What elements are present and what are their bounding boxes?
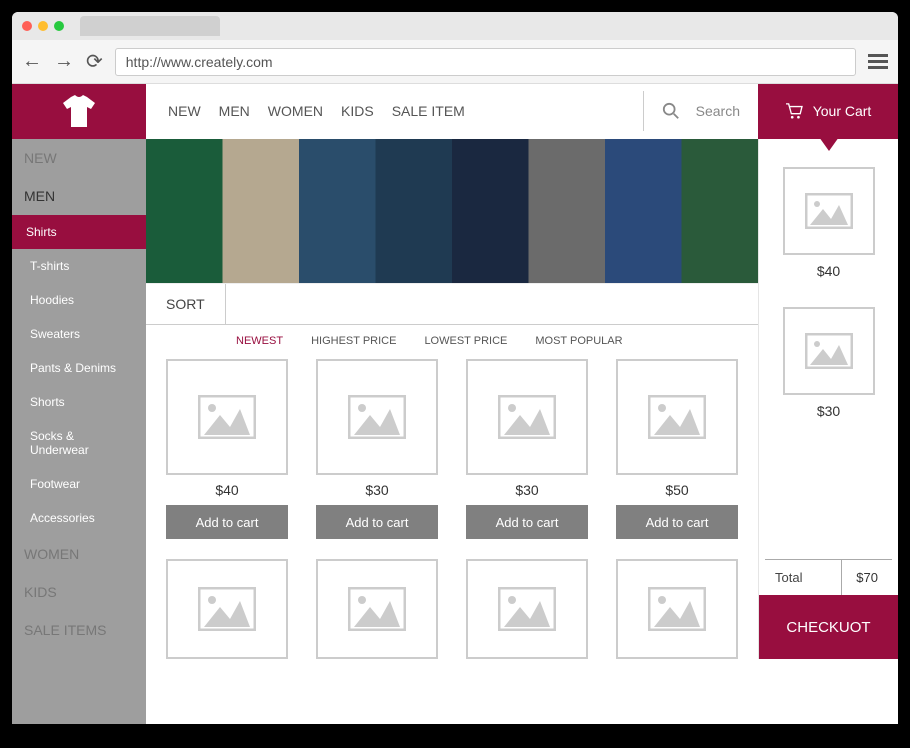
product-card: $50 Add to cart — [616, 359, 738, 539]
cart-item-image[interactable] — [783, 307, 875, 395]
add-to-cart-button[interactable]: Add to cart — [616, 505, 738, 539]
sidebar-sub-shirts[interactable]: Shirts — [12, 215, 146, 249]
product-image[interactable] — [316, 559, 438, 659]
sort-lowest-price[interactable]: LOWEST PRICE — [424, 335, 507, 347]
sidebar-sub-hoodies[interactable]: Hoodies — [12, 283, 146, 317]
product-price: $40 — [215, 482, 238, 498]
sidebar-item-men[interactable]: MEN — [12, 177, 146, 215]
logo[interactable] — [12, 84, 146, 139]
topnav-women[interactable]: WOMEN — [268, 103, 323, 119]
topnav-kids[interactable]: KIDS — [341, 103, 374, 119]
browser-tab-bar — [12, 12, 898, 40]
tshirt-icon — [61, 95, 97, 129]
sidebar-item-women[interactable]: WOMEN — [12, 535, 146, 573]
sidebar-sub-socks[interactable]: Socks & Underwear — [12, 419, 146, 467]
cart-item: $30 — [759, 299, 898, 439]
product-card: $40 Add to cart — [166, 359, 288, 539]
search-area[interactable]: Search — [643, 91, 758, 131]
sort-label: SORT — [146, 284, 226, 324]
product-image[interactable] — [166, 559, 288, 659]
window-maximize-dot[interactable] — [54, 21, 64, 31]
sidebar-item-sale[interactable]: SALE ITEMS — [12, 611, 146, 649]
add-to-cart-button[interactable]: Add to cart — [466, 505, 588, 539]
back-arrow-icon[interactable]: ← — [22, 50, 42, 73]
cart-item-price: $40 — [817, 263, 840, 279]
sidebar-sub-accessories[interactable]: Accessories — [12, 501, 146, 535]
search-placeholder: Search — [696, 103, 740, 119]
product-image[interactable] — [616, 559, 738, 659]
sort-highest-price[interactable]: HIGHEST PRICE — [311, 335, 396, 347]
cart-total-value: $70 — [842, 560, 892, 595]
window-close-dot[interactable] — [22, 21, 32, 31]
product-price: $30 — [515, 482, 538, 498]
search-icon — [662, 102, 680, 120]
hamburger-icon[interactable] — [868, 54, 888, 69]
top-bar: NEW MEN WOMEN KIDS SALE ITEM Search Your… — [146, 84, 898, 139]
browser-toolbar: ← → ⟳ — [12, 40, 898, 84]
sidebar-item-kids[interactable]: KIDS — [12, 573, 146, 611]
window-minimize-dot[interactable] — [38, 21, 48, 31]
cart-item-price: $30 — [817, 403, 840, 419]
sidebar-sub-footwear[interactable]: Footwear — [12, 467, 146, 501]
product-image[interactable] — [466, 559, 588, 659]
product-image[interactable] — [616, 359, 738, 475]
sort-bar: SORT — [146, 283, 758, 325]
product-card: $30 Add to cart — [316, 359, 438, 539]
product-image[interactable] — [316, 359, 438, 475]
topnav-sale[interactable]: SALE ITEM — [392, 103, 465, 119]
reload-icon[interactable]: ⟳ — [86, 49, 103, 74]
browser-tab[interactable] — [80, 16, 220, 36]
topnav-new[interactable]: NEW — [168, 103, 201, 119]
sidebar-item-new[interactable]: NEW — [12, 139, 146, 177]
cart-total-label: Total — [765, 560, 842, 595]
cart-item-image[interactable] — [783, 167, 875, 255]
sort-most-popular[interactable]: MOST POPULAR — [535, 335, 622, 347]
cart-panel: $40 $30 Total $70 CHECKUOT — [758, 139, 898, 659]
checkout-button[interactable]: CHECKUOT — [759, 595, 898, 659]
product-card: $30 Add to cart — [466, 359, 588, 539]
your-cart-button[interactable]: Your Cart — [758, 84, 898, 139]
cart-pointer-icon — [819, 137, 839, 151]
topnav-men[interactable]: MEN — [219, 103, 250, 119]
product-image[interactable] — [466, 359, 588, 475]
cart-total-row: Total $70 — [765, 559, 892, 595]
sidebar-sub-pants[interactable]: Pants & Denims — [12, 351, 146, 385]
sidebar-sub-shorts[interactable]: Shorts — [12, 385, 146, 419]
forward-arrow-icon[interactable]: → — [54, 50, 74, 73]
sort-newest[interactable]: NEWEST — [236, 335, 283, 347]
add-to-cart-button[interactable]: Add to cart — [166, 505, 288, 539]
sidebar: NEW MEN Shirts T-shirts Hoodies Sweaters… — [12, 84, 146, 724]
product-image[interactable] — [166, 359, 288, 475]
product-price: $50 — [665, 482, 688, 498]
url-input[interactable] — [115, 48, 856, 76]
cart-icon — [785, 103, 803, 119]
sidebar-sub-tshirts[interactable]: T-shirts — [12, 249, 146, 283]
cart-label: Your Cart — [813, 103, 872, 119]
hero-banner — [146, 139, 758, 283]
product-price: $30 — [365, 482, 388, 498]
cart-item: $40 — [759, 159, 898, 299]
sidebar-sub-sweaters[interactable]: Sweaters — [12, 317, 146, 351]
add-to-cart-button[interactable]: Add to cart — [316, 505, 438, 539]
